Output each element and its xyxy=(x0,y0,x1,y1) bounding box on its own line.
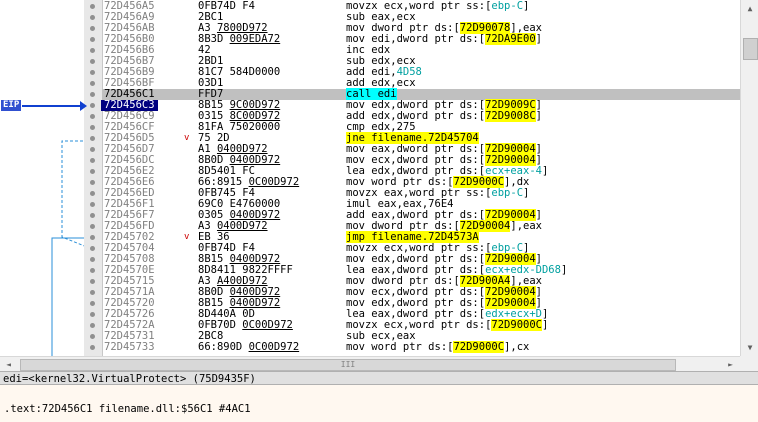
instruction-token: 72D9000C xyxy=(453,341,505,353)
byte-segment: 66:890D xyxy=(198,341,249,353)
breakpoint-dot[interactable] xyxy=(90,37,95,42)
vertical-scrollbar[interactable]: ▲ ▼ xyxy=(740,0,758,356)
breakpoint-dot[interactable] xyxy=(90,191,95,196)
breakpoint-dot[interactable] xyxy=(90,169,95,174)
instruction-token: ] xyxy=(535,33,542,45)
instruction-token: ] xyxy=(523,187,530,199)
breakpoint-dot[interactable] xyxy=(90,158,95,163)
breakpoint-dot[interactable] xyxy=(90,92,95,97)
horizontal-scrollbar[interactable]: ◄ III ► xyxy=(0,356,740,372)
instruction-token: 72D9008C xyxy=(485,110,536,122)
address-line: .text:72D456C1 filename.dll:$56C1 #4AC1 xyxy=(4,403,251,415)
jump-arrow-jmp xyxy=(51,237,84,356)
eip-arrow-icon xyxy=(80,101,87,111)
scroll-down-icon[interactable]: ▼ xyxy=(741,339,758,356)
instruction-token: ebp-C xyxy=(491,187,524,199)
breakpoint-dot[interactable] xyxy=(90,235,95,240)
breakpoint-dot[interactable] xyxy=(90,147,95,152)
branch-gutter xyxy=(0,0,84,356)
instruction-token: ebp-C xyxy=(491,0,524,12)
instruction-row[interactable]: 72D45733 66:890D 0C00D972 mov word ptr ds:… xyxy=(102,341,740,353)
breakpoint-dot[interactable] xyxy=(90,81,95,86)
breakpoint-dot[interactable] xyxy=(90,48,95,53)
byte-segment: 0C00D972 xyxy=(248,341,300,353)
instruction-token: ] xyxy=(523,0,530,12)
breakpoint-dot[interactable] xyxy=(90,4,95,9)
breakpoint-dot[interactable] xyxy=(90,136,95,141)
breakpoint-dot[interactable] xyxy=(90,224,95,229)
breakpoint-dot[interactable] xyxy=(90,103,95,108)
breakpoint-dot[interactable] xyxy=(90,70,95,75)
instruction-token: 72D9000C xyxy=(491,319,542,331)
scroll-corner xyxy=(740,356,758,371)
eip-arrow xyxy=(22,105,84,107)
breakpoint-dot[interactable] xyxy=(90,345,95,350)
scroll-up-icon[interactable]: ▲ xyxy=(741,0,758,17)
disassembly-view[interactable]: EIP 72D456A5 0FB74D F4 movzx ecx,word ptr … xyxy=(0,0,740,356)
byte-segment: 0C00D972 xyxy=(242,319,293,331)
jump-arrows xyxy=(51,140,84,356)
breakpoint-dot[interactable] xyxy=(90,279,95,284)
horizontal-scroll-thumb[interactable]: III xyxy=(20,359,676,371)
breakpoint-dot[interactable] xyxy=(90,323,95,328)
breakpoint-dot[interactable] xyxy=(90,114,95,119)
instruction-token: 72DA9E00 xyxy=(485,33,536,45)
instruction-token: ] xyxy=(541,319,549,331)
instruction-token: ] xyxy=(560,264,568,276)
breakpoint-dot[interactable] xyxy=(90,290,95,295)
instruction-token: ] xyxy=(535,110,542,122)
breakpoint-dot[interactable] xyxy=(90,202,95,207)
instruction-token: ],cx xyxy=(504,341,530,353)
breakpoint-dot[interactable] xyxy=(90,334,95,339)
breakpoint-dot[interactable] xyxy=(90,257,95,262)
breakpoint-dot[interactable] xyxy=(90,301,95,306)
byte-segment: 009EDA72 xyxy=(229,33,281,45)
breakpoint-dot[interactable] xyxy=(90,125,95,130)
instruction-token: ],eax xyxy=(510,220,542,232)
instruction-text: mov word ptr ds:[72D9000C],cx xyxy=(346,341,530,353)
breakpoint-dot[interactable] xyxy=(90,246,95,251)
breakpoint-dot[interactable] xyxy=(90,213,95,218)
breakpoint-dot[interactable] xyxy=(90,312,95,317)
byte-segment: 0C00D972 xyxy=(248,176,300,188)
instruction-address: 72D45733 xyxy=(104,341,155,353)
scroll-left-icon[interactable]: ◄ xyxy=(0,357,17,372)
address-status-bar: .text:72D456C1 filename.dll:$56C1 #4AC1 xyxy=(0,385,758,422)
eip-label: EIP xyxy=(1,100,22,111)
jump-arrow-jne xyxy=(61,140,84,247)
instruction-token: mov word ptr ds:[ xyxy=(346,341,454,353)
breakpoint-dot[interactable] xyxy=(90,15,95,20)
breakpoint-dot[interactable] xyxy=(90,26,95,31)
breakpoint-dot[interactable] xyxy=(90,59,95,64)
instruction-bytes: 66:890D 0C00D972 xyxy=(198,342,299,353)
jump-down-icon: v xyxy=(184,232,190,242)
scroll-right-icon[interactable]: ► xyxy=(722,357,739,372)
vertical-scroll-thumb[interactable] xyxy=(743,38,758,60)
jump-down-icon: v xyxy=(184,133,190,143)
breakpoint-column[interactable] xyxy=(84,0,103,356)
instruction-token: ] xyxy=(541,165,549,177)
info-bar: edi=<kernel32.VirtualProtect> (75D9435F) xyxy=(0,371,758,385)
breakpoint-dot[interactable] xyxy=(90,180,95,185)
breakpoint-dot[interactable] xyxy=(90,268,95,273)
